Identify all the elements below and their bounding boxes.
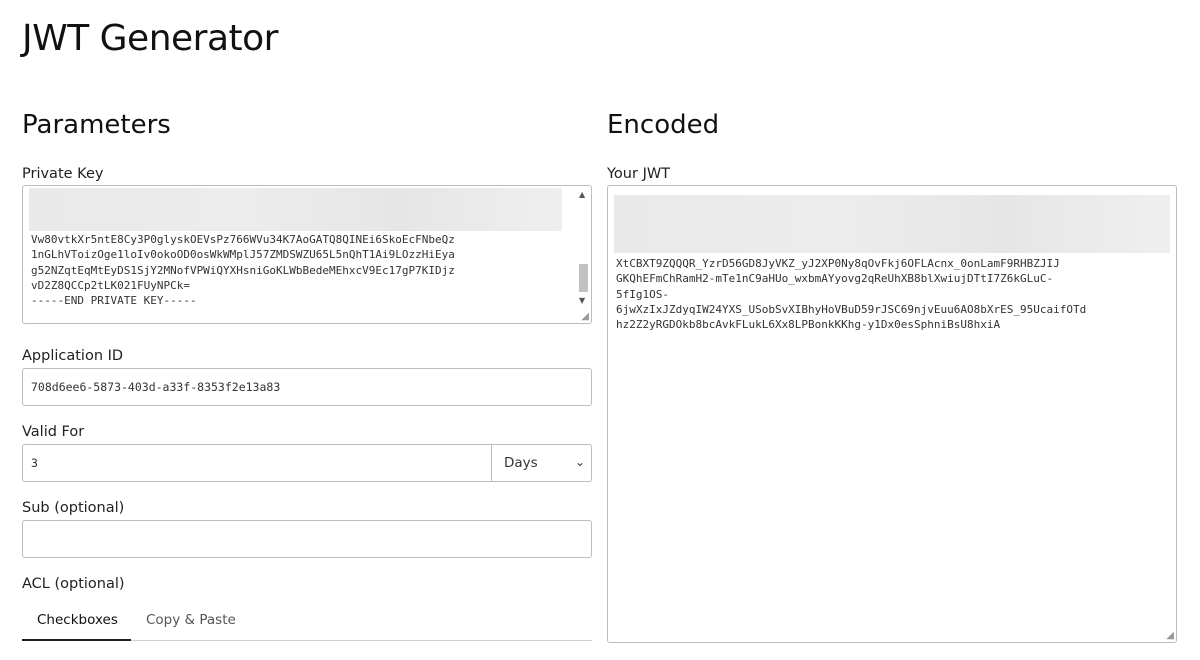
page-title: JWT Generator	[22, 18, 278, 59]
redacted-region	[614, 195, 1170, 253]
chevron-down-icon: ⌄	[574, 455, 585, 469]
active-tab-underline	[22, 639, 131, 641]
private-key-label: Private Key	[22, 166, 104, 182]
acl-label: ACL (optional)	[22, 576, 125, 592]
valid-for-input[interactable]: 3	[22, 444, 492, 482]
tab-checkboxes[interactable]: Checkboxes	[37, 612, 118, 628]
valid-for-value: 3	[31, 456, 38, 470]
private-key-textarea[interactable]: Vw80vtkXr5ntE8Cy3P0glyskOEVsPz766WVu34K7…	[22, 185, 592, 324]
sub-input[interactable]	[22, 520, 592, 558]
parameters-heading: Parameters	[22, 110, 171, 140]
scroll-up-icon[interactable]: ▲	[579, 190, 585, 199]
application-id-label: Application ID	[22, 348, 124, 364]
private-key-text: Vw80vtkXr5ntE8Cy3P0glyskOEVsPz766WVu34K7…	[31, 233, 455, 308]
your-jwt-label: Your JWT	[607, 166, 671, 182]
application-id-input[interactable]: 708d6ee6-5873-403d-a33f-8353f2e13a83	[22, 368, 592, 406]
jwt-output-textarea[interactable]: XtCBXT9ZQQQR_YzrD56GD8JyVKZ_yJ2XP0Ny8qOv…	[607, 185, 1177, 643]
scroll-down-icon[interactable]: ▼	[579, 296, 585, 305]
redacted-region	[29, 188, 562, 231]
valid-for-unit-select[interactable]: Days ⌄	[491, 444, 592, 482]
resize-handle-icon[interactable]: ◢	[581, 311, 589, 322]
private-key-scrollbar[interactable]: ▲ ▼	[577, 188, 589, 309]
valid-for-unit-value: Days	[504, 455, 538, 471]
sub-label: Sub (optional)	[22, 500, 125, 516]
tab-copy-paste[interactable]: Copy & Paste	[146, 612, 236, 628]
jwt-text: XtCBXT9ZQQQR_YzrD56GD8JyVKZ_yJ2XP0Ny8qOv…	[616, 257, 1087, 332]
resize-handle-icon[interactable]: ◢	[1166, 630, 1174, 641]
application-id-value: 708d6ee6-5873-403d-a33f-8353f2e13a83	[31, 380, 281, 394]
valid-for-label: Valid For	[22, 424, 85, 440]
scroll-thumb[interactable]	[579, 264, 588, 292]
encoded-heading: Encoded	[607, 110, 720, 140]
